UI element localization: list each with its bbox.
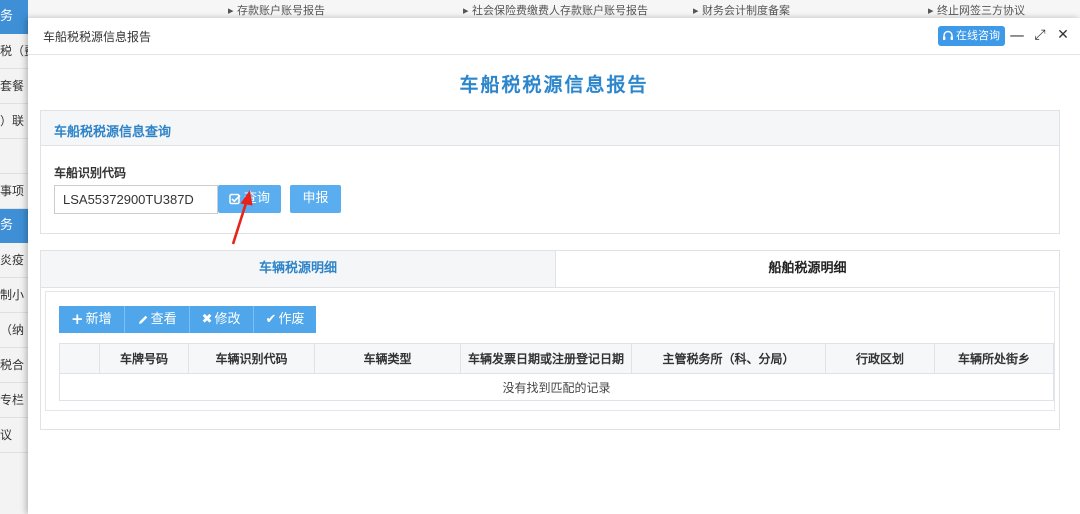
query-button[interactable]: 查询 bbox=[218, 185, 281, 213]
detail-panel: 车辆税源明细 船舶税源明细 + 新增 查看 ✖ 修改 ✔ 作废 车牌号码 车辆识… bbox=[40, 250, 1060, 430]
query-panel-header: 车船税税源信息查询 bbox=[41, 111, 1059, 146]
sidebar-item[interactable]: 制小 bbox=[0, 278, 28, 313]
tab-vessel-source[interactable]: 船舶税源明细 bbox=[556, 251, 1059, 288]
vehicle-table: 车牌号码 车辆识别代码 车辆类型 车辆发票日期或注册登记日期 主管税务所（科、分… bbox=[59, 343, 1054, 401]
query-panel: 车船税税源信息查询 车船识别代码 查询 申报 bbox=[40, 110, 1060, 234]
void-button-label: 作废 bbox=[278, 312, 305, 327]
add-button[interactable]: + 新增 bbox=[59, 306, 125, 333]
declare-button[interactable]: 申报 bbox=[290, 185, 341, 213]
pencil-icon bbox=[138, 315, 147, 324]
tax-source-dialog: 车船税税源信息报告 在线咨询 — ⤢ ✕ 车船税税源信息报告 车船税税源信息查询… bbox=[28, 18, 1080, 514]
select-column-header[interactable] bbox=[59, 343, 100, 374]
sidebar-item[interactable]: 议 bbox=[0, 418, 28, 453]
vin-input[interactable] bbox=[54, 185, 218, 214]
online-consult-label: 在线咨询 bbox=[956, 29, 1000, 42]
column-header[interactable]: 车牌号码 bbox=[99, 343, 189, 374]
close-icon[interactable]: ✕ bbox=[1054, 25, 1072, 45]
vin-label: 车船识别代码 bbox=[54, 166, 127, 180]
dialog-header: 车船税税源信息报告 在线咨询 — ⤢ ✕ bbox=[28, 18, 1080, 55]
sidebar-section[interactable]: 务 bbox=[0, 209, 28, 243]
add-button-label: 新增 bbox=[85, 312, 112, 327]
edit-button-label: 修改 bbox=[214, 312, 241, 327]
table-header-row: 车牌号码 车辆识别代码 车辆类型 车辆发票日期或注册登记日期 主管税务所（科、分… bbox=[59, 343, 1054, 374]
background-topbar: ▸ 存款账户账号报告 ▸ 社会保险费缴费人存款账户账号报告 ▸ 财务会计制度备案… bbox=[28, 0, 1080, 18]
sidebar-section[interactable]: 务 bbox=[0, 0, 28, 34]
plus-icon: + bbox=[71, 310, 84, 328]
sidebar-item[interactable]: ）联 bbox=[0, 104, 28, 139]
sidebar-item[interactable]: 炎疫 bbox=[0, 243, 28, 278]
query-panel-title: 车船税税源信息查询 bbox=[54, 125, 172, 140]
declare-button-label: 申报 bbox=[302, 191, 329, 206]
topbar-link[interactable]: ▸ 社会保险费缴费人存款账户账号报告 bbox=[463, 2, 648, 18]
background-sidebar: 务税（费套餐）联事项务炎疫制小（纳税合专栏议 bbox=[0, 0, 28, 514]
view-button[interactable]: 查看 bbox=[124, 306, 190, 333]
sidebar-item[interactable] bbox=[0, 139, 28, 174]
dialog-title: 车船税税源信息报告 bbox=[43, 30, 152, 44]
sidebar-item[interactable]: （纳 bbox=[0, 313, 28, 348]
vehicle-grid-container: + 新增 查看 ✖ 修改 ✔ 作废 车牌号码 车辆识别代码 车辆类型 车辆发票日… bbox=[45, 291, 1055, 411]
edit-button[interactable]: ✖ 修改 bbox=[189, 306, 254, 333]
sidebar-item[interactable]: 专栏 bbox=[0, 383, 28, 418]
column-header[interactable]: 车辆类型 bbox=[314, 343, 461, 374]
topbar-link[interactable]: ▸ 存款账户账号报告 bbox=[228, 2, 325, 18]
column-header[interactable]: 行政区划 bbox=[825, 343, 935, 374]
table-row: 没有找到匹配的记录 bbox=[59, 373, 1054, 401]
column-header[interactable]: 主管税务所（科、分局） bbox=[631, 343, 826, 374]
cross-icon: ✖ bbox=[201, 312, 213, 327]
sidebar-item[interactable]: 税合 bbox=[0, 348, 28, 383]
grid-toolbar: + 新增 查看 ✖ 修改 ✔ 作废 bbox=[59, 306, 317, 333]
check-square-icon bbox=[229, 193, 241, 205]
page-title: 车船税税源信息报告 bbox=[459, 74, 649, 96]
sidebar-item[interactable]: 套餐 bbox=[0, 69, 28, 104]
maximize-icon[interactable]: ⤢ bbox=[1031, 25, 1049, 45]
void-button[interactable]: ✔ 作废 bbox=[253, 306, 317, 333]
column-header[interactable]: 车辆发票日期或注册登记日期 bbox=[460, 343, 632, 374]
topbar-link[interactable]: ▸ 终止网签三方协议 bbox=[928, 2, 1025, 18]
topbar-link[interactable]: ▸ 财务会计制度备案 bbox=[693, 2, 790, 18]
detail-tabs: 车辆税源明细 船舶税源明细 bbox=[41, 251, 1059, 288]
column-header[interactable]: 车辆识别代码 bbox=[188, 343, 315, 374]
headset-icon bbox=[943, 30, 953, 40]
tab-vehicle-source[interactable]: 车辆税源明细 bbox=[41, 251, 556, 288]
view-button-label: 查看 bbox=[150, 312, 177, 327]
online-consult-button[interactable]: 在线咨询 bbox=[938, 26, 1005, 46]
empty-message: 没有找到匹配的记录 bbox=[59, 373, 1054, 401]
sidebar-item[interactable]: 税（费 bbox=[0, 34, 28, 69]
checkmark-icon: ✔ bbox=[265, 312, 277, 327]
minimize-icon[interactable]: — bbox=[1008, 25, 1026, 45]
sidebar-item[interactable]: 事项 bbox=[0, 174, 28, 209]
query-button-label: 查询 bbox=[243, 191, 270, 206]
column-header[interactable]: 车辆所处街乡 bbox=[934, 343, 1054, 374]
